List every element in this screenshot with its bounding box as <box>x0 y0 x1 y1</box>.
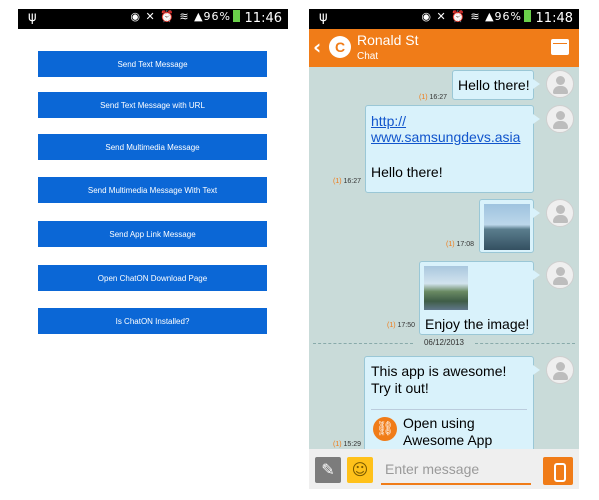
unread-count: (1) <box>333 441 342 448</box>
message-time: 16:27 <box>429 94 448 101</box>
message-link[interactable]: http:// www.samsungdevs.asia <box>371 113 520 145</box>
message-bubble[interactable] <box>479 199 540 253</box>
app-link-icon[interactable]: ⛓ <box>373 417 397 441</box>
usb-icon: ψ <box>28 10 37 25</box>
message-time: 17:50 <box>397 322 416 329</box>
status-bar: ψ ◉ ✕ ⏰ ≋ ▲96% 11:46 <box>18 9 288 29</box>
avatar[interactable] <box>546 261 574 289</box>
eye-icon: ◉ <box>421 10 432 23</box>
send-multimedia-message-button[interactable]: Send Multimedia Message <box>38 134 267 160</box>
unread-count: (1) <box>333 178 342 185</box>
signal-icon: ▲ <box>485 10 495 23</box>
eye-icon: ◉ <box>130 10 141 23</box>
battery-icon <box>233 10 240 22</box>
paperclip-icon[interactable]: ✎ <box>315 457 341 483</box>
usb-icon: ψ <box>319 10 328 25</box>
left-screen: ψ ◉ ✕ ⏰ ≋ ▲96% 11:46 Send Text Message S… <box>18 9 288 489</box>
avatar[interactable] <box>546 70 574 98</box>
date-separator: 06/12/2013 <box>309 337 579 349</box>
mute-icon: ✕ <box>145 10 156 23</box>
send-text-message-button[interactable]: Send Text Message <box>38 51 267 77</box>
message-text: This app is awesome! Try it out! <box>371 363 507 396</box>
alarm-icon: ⏰ <box>160 10 175 23</box>
message-text: Enjoy the image! <box>425 316 530 332</box>
image-thumbnail[interactable] <box>424 266 468 310</box>
box-icon[interactable] <box>551 39 569 55</box>
status-icons: ◉ ✕ ⏰ ≋ ▲96% <box>130 10 240 23</box>
back-chevron-icon[interactable]: ‹ <box>313 35 321 59</box>
message-meta: (1) 15:29 <box>333 441 361 448</box>
clock: 11:48 <box>535 11 573 26</box>
message-bubble[interactable]: http:// www.samsungdevs.asia Hello there… <box>365 105 540 193</box>
mute-icon: ✕ <box>436 10 447 23</box>
send-text-message-url-button[interactable]: Send Text Message with URL <box>38 92 267 118</box>
app-link-text[interactable]: Open using Awesome App <box>403 415 492 449</box>
divider <box>475 343 575 344</box>
unread-count: (1) <box>446 241 455 248</box>
message-bubble[interactable]: Hello there! <box>452 70 540 100</box>
message-bubble[interactable]: Enjoy the image! <box>419 261 540 335</box>
status-icons: ◉ ✕ ⏰ ≋ ▲96% <box>421 10 531 23</box>
battery-percent: 96% <box>203 10 231 23</box>
clock: 11:46 <box>244 11 282 26</box>
wifi-icon: ≋ <box>179 10 190 23</box>
message-input[interactable] <box>381 455 531 485</box>
battery-percent: 96% <box>494 10 522 23</box>
avatar[interactable] <box>546 356 574 384</box>
emoji-icon[interactable]: ☺ <box>347 457 373 483</box>
message-time: 17:08 <box>456 241 475 248</box>
avatar[interactable] <box>546 105 574 133</box>
send-app-link-button[interactable]: Send App Link Message <box>38 221 267 247</box>
message-meta: (1) 16:27 <box>333 178 361 185</box>
wifi-icon: ≋ <box>470 10 481 23</box>
status-bar: ψ ◉ ✕ ⏰ ≋ ▲96% 11:48 <box>309 9 579 29</box>
contact-name: Ronald St <box>357 32 419 48</box>
chat-area[interactable]: (1) 16:27 Hello there! (1) 16:27 http://… <box>309 67 579 454</box>
open-chaton-download-button[interactable]: Open ChatON Download Page <box>38 265 267 291</box>
avatar[interactable] <box>546 199 574 227</box>
message-meta: (1) 16:27 <box>419 94 447 101</box>
message-meta: (1) 17:50 <box>387 322 415 329</box>
send-button[interactable] <box>543 457 573 485</box>
chat-header: ‹ C Ronald St Chat <box>309 29 579 67</box>
message-text: Hello there! <box>371 164 443 180</box>
message-bubble[interactable]: This app is awesome! Try it out! ⛓ Open … <box>364 356 540 454</box>
image-thumbnail[interactable] <box>484 204 530 250</box>
divider <box>371 409 527 410</box>
message-text: Hello there! <box>458 77 530 93</box>
chaton-logo[interactable]: C <box>329 36 351 58</box>
unread-count: (1) <box>419 94 428 101</box>
message-time: 15:29 <box>343 441 362 448</box>
battery-icon <box>524 10 531 22</box>
message-time: 16:27 <box>343 178 362 185</box>
right-screen: ψ ◉ ✕ ⏰ ≋ ▲96% 11:48 ‹ C Ronald St Chat … <box>309 9 579 489</box>
alarm-icon: ⏰ <box>451 10 466 23</box>
unread-count: (1) <box>387 322 396 329</box>
send-multimedia-with-text-button[interactable]: Send Multimedia Message With Text <box>38 177 267 203</box>
signal-icon: ▲ <box>194 10 204 23</box>
message-meta: (1) 17:08 <box>446 241 474 248</box>
is-chaton-installed-button[interactable]: Is ChatON Installed? <box>38 308 267 334</box>
chat-subtitle: Chat <box>357 51 379 62</box>
input-bar: ✎ ☺ <box>309 449 579 489</box>
